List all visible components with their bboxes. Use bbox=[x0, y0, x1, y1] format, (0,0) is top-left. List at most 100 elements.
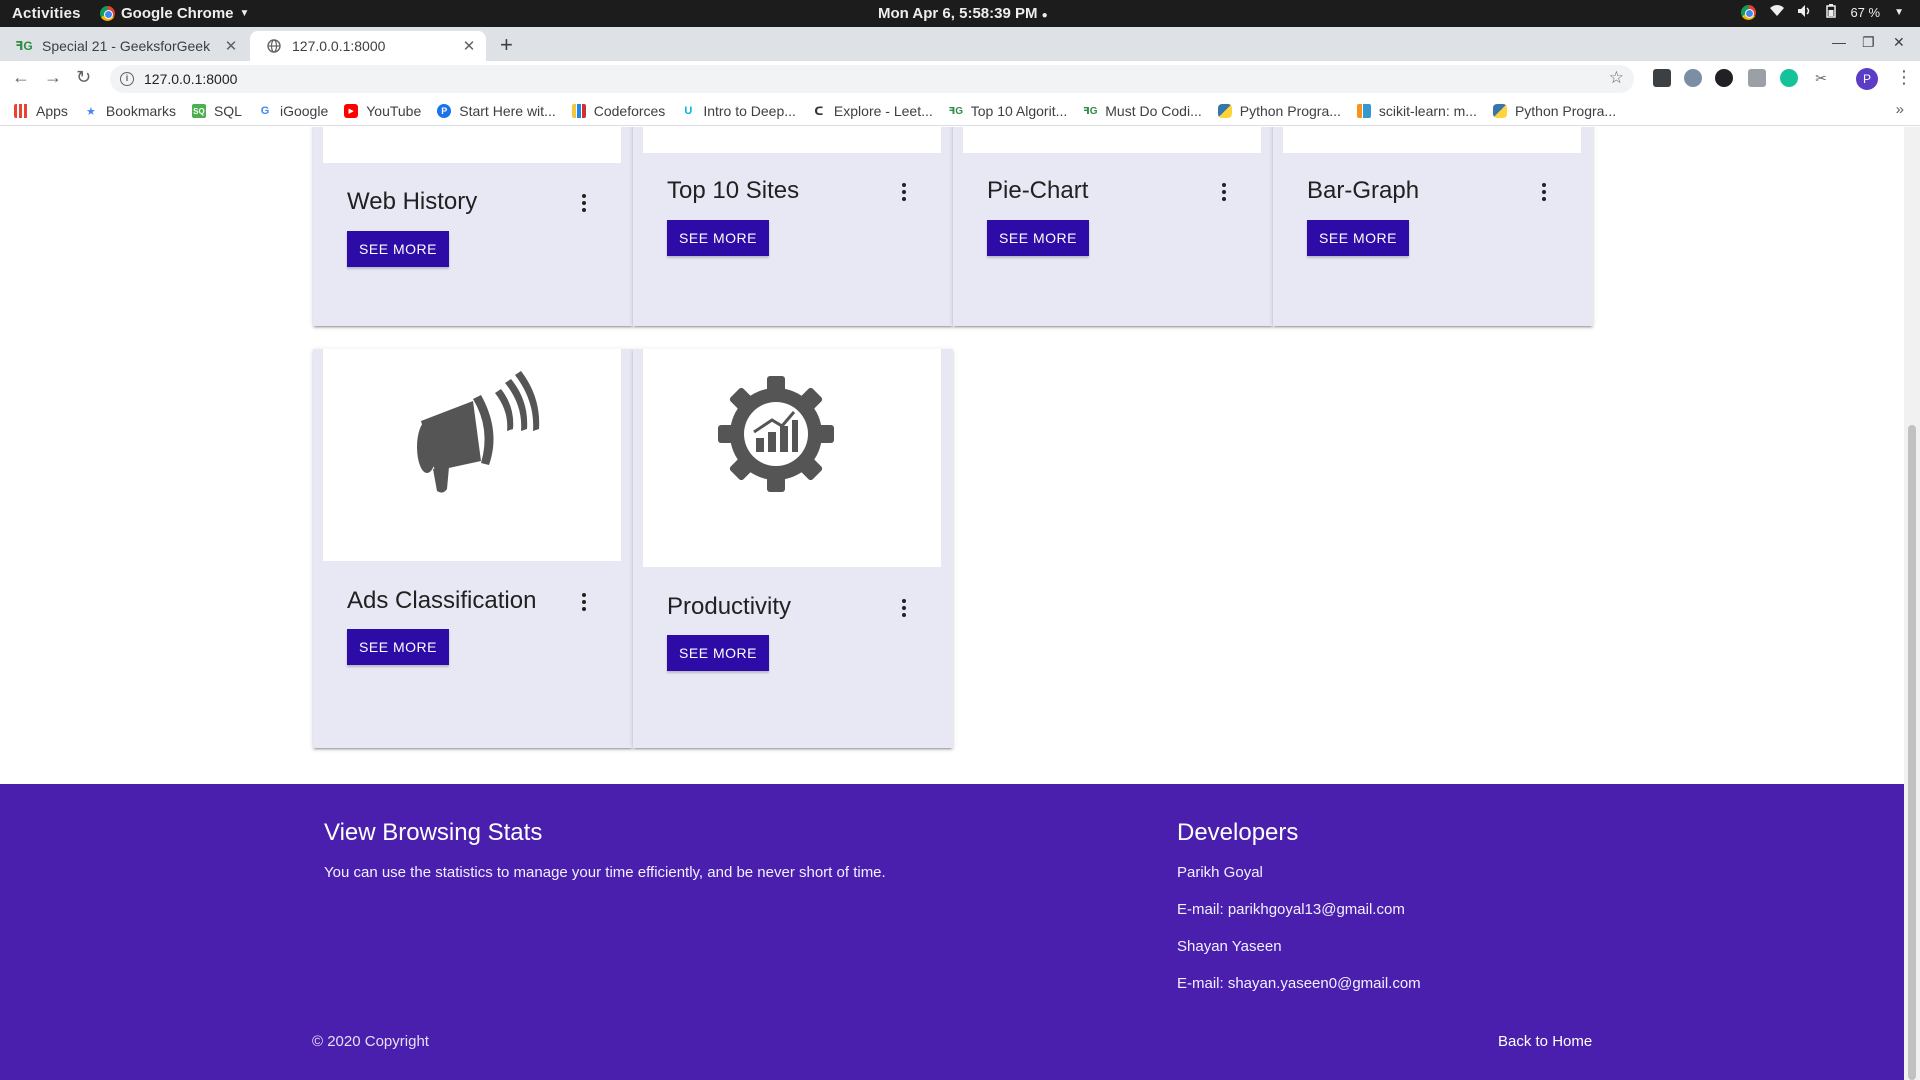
see-more-button[interactable]: SEE MORE bbox=[667, 220, 769, 256]
developer-email[interactable]: E-mail: shayan.yaseen0@gmail.com bbox=[1177, 975, 1421, 992]
card-title: Pie-Chart bbox=[987, 177, 1089, 204]
more-vert-icon[interactable] bbox=[581, 194, 587, 212]
bookmarks-bar: Apps ★ Bookmarks SQ SQL G iGoogle ▶ YouT… bbox=[0, 97, 1920, 126]
see-more-button[interactable]: SEE MORE bbox=[987, 220, 1089, 256]
bookmark-star-icon[interactable]: ☆ bbox=[1609, 68, 1624, 88]
extension-icon[interactable] bbox=[1715, 69, 1733, 87]
page-viewport: Web History SEE MORE Top 10 Sites SEE MO… bbox=[0, 127, 1904, 1080]
gear-chart-icon bbox=[718, 376, 834, 492]
card-title: Bar-Graph bbox=[1307, 177, 1420, 204]
megaphone-icon bbox=[417, 371, 540, 493]
see-more-button[interactable]: SEE MORE bbox=[347, 231, 449, 267]
bookmark-label: scikit-learn: m... bbox=[1378, 103, 1477, 119]
address-bar[interactable]: i 127.0.0.1:8000 ☆ bbox=[110, 65, 1634, 93]
page-scrollbar[interactable] bbox=[1904, 127, 1920, 1080]
close-window-icon[interactable]: ✕ bbox=[1893, 34, 1905, 51]
bookmark-apps[interactable]: Apps bbox=[14, 103, 68, 119]
system-tray[interactable]: 67 % ▼ bbox=[1741, 4, 1904, 21]
wifi-icon bbox=[1770, 5, 1785, 20]
see-more-button[interactable]: SEE MORE bbox=[1307, 220, 1409, 256]
card-ads-classification: Ads Classification SEE MORE bbox=[313, 349, 633, 748]
forward-icon[interactable]: → bbox=[44, 67, 62, 88]
card-bar-graph: Bar-Graph SEE MORE bbox=[1273, 127, 1593, 326]
card-top-10-sites: Top 10 Sites SEE MORE bbox=[633, 127, 953, 326]
see-more-button[interactable]: SEE MORE bbox=[347, 629, 449, 665]
bookmark-python-2[interactable]: Python Progra... bbox=[1492, 103, 1616, 119]
bookmark-leetcode[interactable]: ᑕ Explore - Leet... bbox=[812, 103, 932, 119]
os-top-bar: Activities Google Chrome ▼ Mon Apr 6, 5:… bbox=[0, 0, 1920, 27]
chrome-menu-icon[interactable]: ⋮ bbox=[1895, 67, 1913, 88]
tab-strip: ꟻG Special 21 - GeeksforGeek ✕ 127.0.0.1… bbox=[0, 27, 1920, 61]
bookmark-label: Codeforces bbox=[593, 103, 666, 119]
more-vert-icon[interactable] bbox=[1221, 183, 1227, 201]
app-menu[interactable]: Google Chrome ▼ bbox=[100, 5, 249, 22]
see-more-button[interactable]: SEE MORE bbox=[667, 635, 769, 671]
profile-avatar[interactable]: P bbox=[1856, 68, 1878, 90]
extension-icon[interactable] bbox=[1684, 69, 1702, 87]
grammarly-icon[interactable] bbox=[1780, 69, 1798, 87]
clock[interactable]: Mon Apr 6, 5:58:39 PM ● bbox=[878, 5, 1048, 22]
card-title: Web History bbox=[347, 188, 478, 215]
info-icon[interactable]: i bbox=[120, 72, 134, 86]
bookmark-must-do[interactable]: ꟻG Must Do Codi... bbox=[1083, 103, 1202, 119]
bookmark-bookmarks[interactable]: ★ Bookmarks bbox=[84, 103, 176, 119]
gfg-icon: ꟻG bbox=[948, 105, 964, 117]
bookmark-codeforces[interactable]: Codeforces bbox=[571, 103, 666, 119]
bookmark-label: Python Progra... bbox=[1239, 103, 1341, 119]
card-image bbox=[323, 349, 621, 561]
bookmark-python-1[interactable]: Python Progra... bbox=[1217, 103, 1341, 119]
footer-title-developers: Developers bbox=[1177, 819, 1299, 846]
battery-icon bbox=[1826, 4, 1837, 21]
card-image bbox=[643, 349, 941, 567]
bookmark-label: YouTube bbox=[366, 103, 422, 119]
more-vert-icon[interactable] bbox=[1541, 183, 1547, 201]
scrollbar-thumb[interactable] bbox=[1908, 425, 1916, 1080]
bookmark-youtube[interactable]: ▶ YouTube bbox=[344, 103, 421, 119]
clock-text: Mon Apr 6, 5:58:39 PM bbox=[878, 5, 1038, 22]
codeforces-icon bbox=[571, 104, 586, 118]
sql-icon: SQ bbox=[191, 104, 206, 118]
bookmark-sql[interactable]: SQ SQL bbox=[191, 103, 242, 119]
card-image bbox=[323, 127, 621, 163]
reload-icon[interactable]: ↻ bbox=[76, 67, 91, 88]
restore-icon[interactable]: ❐ bbox=[1862, 34, 1875, 51]
back-to-home-link[interactable]: Back to Home bbox=[1498, 1033, 1592, 1050]
card-pie-chart: Pie-Chart SEE MORE bbox=[953, 127, 1273, 326]
p-icon: P bbox=[437, 104, 452, 118]
more-vert-icon[interactable] bbox=[901, 599, 907, 617]
back-icon[interactable]: ← bbox=[12, 67, 30, 88]
shield-icon[interactable] bbox=[1748, 69, 1766, 87]
bookmark-label: Must Do Codi... bbox=[1105, 103, 1202, 119]
minimize-icon[interactable]: — bbox=[1832, 34, 1846, 50]
more-vert-icon[interactable] bbox=[581, 593, 587, 611]
python-icon bbox=[1217, 104, 1232, 118]
more-bookmarks-icon[interactable]: » bbox=[1896, 101, 1904, 118]
new-tab-icon[interactable]: + bbox=[500, 32, 513, 58]
activities-button[interactable]: Activities bbox=[12, 5, 81, 22]
bookmark-top10-algo[interactable]: ꟻG Top 10 Algorit... bbox=[948, 103, 1067, 119]
gfg-icon: ꟻG bbox=[15, 39, 33, 53]
bookmark-start-here[interactable]: P Start Here wit... bbox=[437, 103, 556, 119]
battery-percent: 67 % bbox=[1850, 5, 1881, 20]
bookmark-scikit[interactable]: scikit-learn: m... bbox=[1356, 103, 1477, 119]
tools-icon[interactable]: ✂ bbox=[1812, 69, 1830, 87]
tab-geeksforgeeks[interactable]: ꟻG Special 21 - GeeksforGeek ✕ bbox=[0, 31, 248, 61]
apps-grid-icon bbox=[14, 104, 28, 118]
bookmark-intro-deep[interactable]: U Intro to Deep... bbox=[681, 103, 796, 119]
more-vert-icon[interactable] bbox=[901, 183, 907, 201]
google-icon: G bbox=[260, 105, 270, 117]
card-image bbox=[643, 127, 941, 153]
bookmark-igoogle[interactable]: G iGoogle bbox=[258, 103, 329, 119]
card-web-history: Web History SEE MORE bbox=[313, 127, 633, 326]
app-name: Google Chrome bbox=[121, 5, 234, 22]
tab-localhost[interactable]: 127.0.0.1:8000 ✕ bbox=[250, 31, 486, 61]
caret-down-icon: ▼ bbox=[1894, 7, 1904, 18]
card-title: Top 10 Sites bbox=[667, 177, 800, 204]
extension-icon[interactable] bbox=[1653, 69, 1671, 87]
close-tab-icon[interactable]: ✕ bbox=[458, 37, 480, 55]
star-icon: ★ bbox=[85, 105, 96, 118]
notification-dot-icon: ● bbox=[1041, 10, 1048, 21]
developer-email[interactable]: E-mail: parikhgoyal13@gmail.com bbox=[1177, 901, 1405, 918]
card-productivity: Productivity SEE MORE bbox=[633, 349, 953, 748]
close-tab-icon[interactable]: ✕ bbox=[220, 37, 242, 55]
